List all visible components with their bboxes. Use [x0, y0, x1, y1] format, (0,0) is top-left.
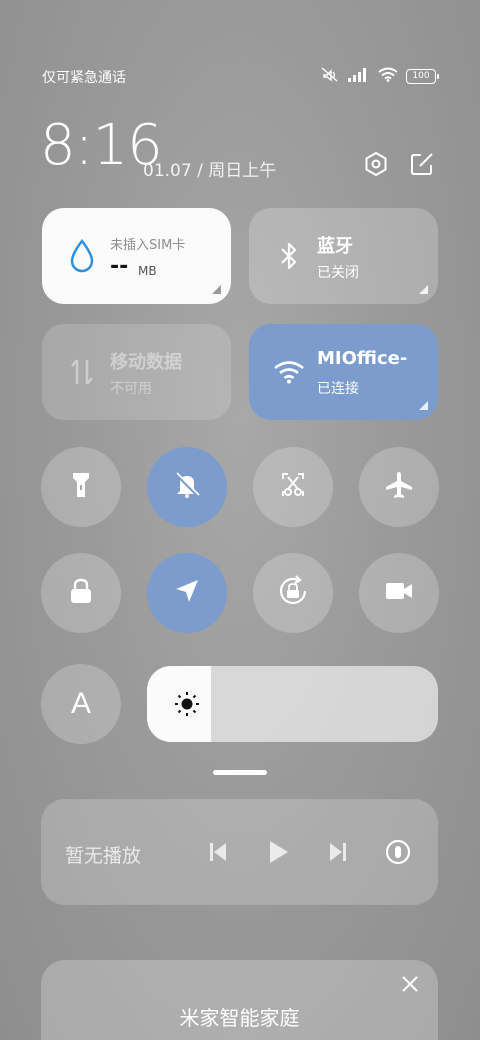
- auto-brightness-button[interactable]: A: [41, 664, 121, 744]
- screenshot-toggle[interactable]: [253, 447, 333, 527]
- bell-off-icon: [172, 470, 202, 504]
- auto-brightness-label: A: [70, 687, 91, 720]
- bluetooth-status: 已关闭: [317, 265, 359, 281]
- expand-corner: [419, 401, 428, 410]
- wifi-status: 已连接: [317, 381, 359, 397]
- wifi-status-icon: [378, 67, 398, 86]
- mobile-data-icon: [66, 354, 98, 390]
- location-icon: [173, 577, 201, 609]
- mobile-data-title: 移动数据: [110, 352, 182, 373]
- scissors-icon: [279, 471, 307, 503]
- water-drop-icon: [66, 238, 98, 274]
- data-usage-unit: MB: [138, 264, 157, 278]
- previous-icon[interactable]: [203, 837, 233, 867]
- sun-icon: [173, 690, 201, 722]
- drag-handle[interactable]: [213, 770, 267, 775]
- smart-home-card[interactable]: 米家智能家庭: [41, 960, 438, 1040]
- sim-status-label: 未插入SIM卡: [110, 238, 186, 253]
- expand-corner: [419, 285, 428, 294]
- brightness-slider[interactable]: [147, 666, 438, 742]
- mobile-data-tile[interactable]: 移动数据 不可用: [42, 324, 231, 420]
- data-usage-value: --: [110, 254, 129, 279]
- battery-icon: 100: [406, 68, 439, 84]
- bluetooth-tile[interactable]: 蓝牙 已关闭: [249, 208, 438, 304]
- play-icon[interactable]: [263, 837, 293, 867]
- rotation-lock-toggle[interactable]: [253, 553, 333, 633]
- edit-icon[interactable]: [408, 150, 436, 178]
- screen-record-toggle[interactable]: [359, 553, 439, 633]
- mobile-data-status: 不可用: [110, 381, 152, 397]
- signal-icon: [348, 67, 370, 86]
- rotate-lock-icon: [276, 574, 310, 612]
- status-icons: 100: [320, 66, 439, 86]
- smart-home-title: 米家智能家庭: [179, 1006, 300, 1030]
- next-icon[interactable]: [323, 837, 353, 867]
- wifi-icon: [273, 354, 305, 390]
- bluetooth-title: 蓝牙: [317, 236, 353, 257]
- carrier-status: 仅可紧急通话: [42, 70, 126, 86]
- settings-icon[interactable]: [362, 150, 390, 178]
- media-player: 暂无播放: [41, 799, 438, 905]
- video-icon: [384, 580, 414, 606]
- close-icon[interactable]: [400, 974, 420, 994]
- silent-toggle[interactable]: [147, 447, 227, 527]
- cast-icon[interactable]: [383, 837, 413, 867]
- wifi-tile[interactable]: MIOffice- 已连接: [249, 324, 438, 420]
- lock-icon: [68, 577, 94, 609]
- flashlight-toggle[interactable]: [41, 447, 121, 527]
- clock-date: 01.07 / 周日上午: [143, 161, 277, 181]
- lock-screen-toggle[interactable]: [41, 553, 121, 633]
- media-title: 暂无播放: [65, 845, 142, 867]
- data-usage-tile[interactable]: 未插入SIM卡 -- MB: [42, 208, 231, 304]
- airplane-icon: [384, 470, 414, 504]
- location-toggle[interactable]: [147, 553, 227, 633]
- flashlight-icon: [68, 470, 94, 504]
- bluetooth-icon: [273, 238, 305, 274]
- mute-icon: [320, 66, 340, 86]
- wifi-network-name: MIOffice-: [317, 348, 408, 369]
- airplane-toggle[interactable]: [359, 447, 439, 527]
- expand-corner: [212, 285, 221, 294]
